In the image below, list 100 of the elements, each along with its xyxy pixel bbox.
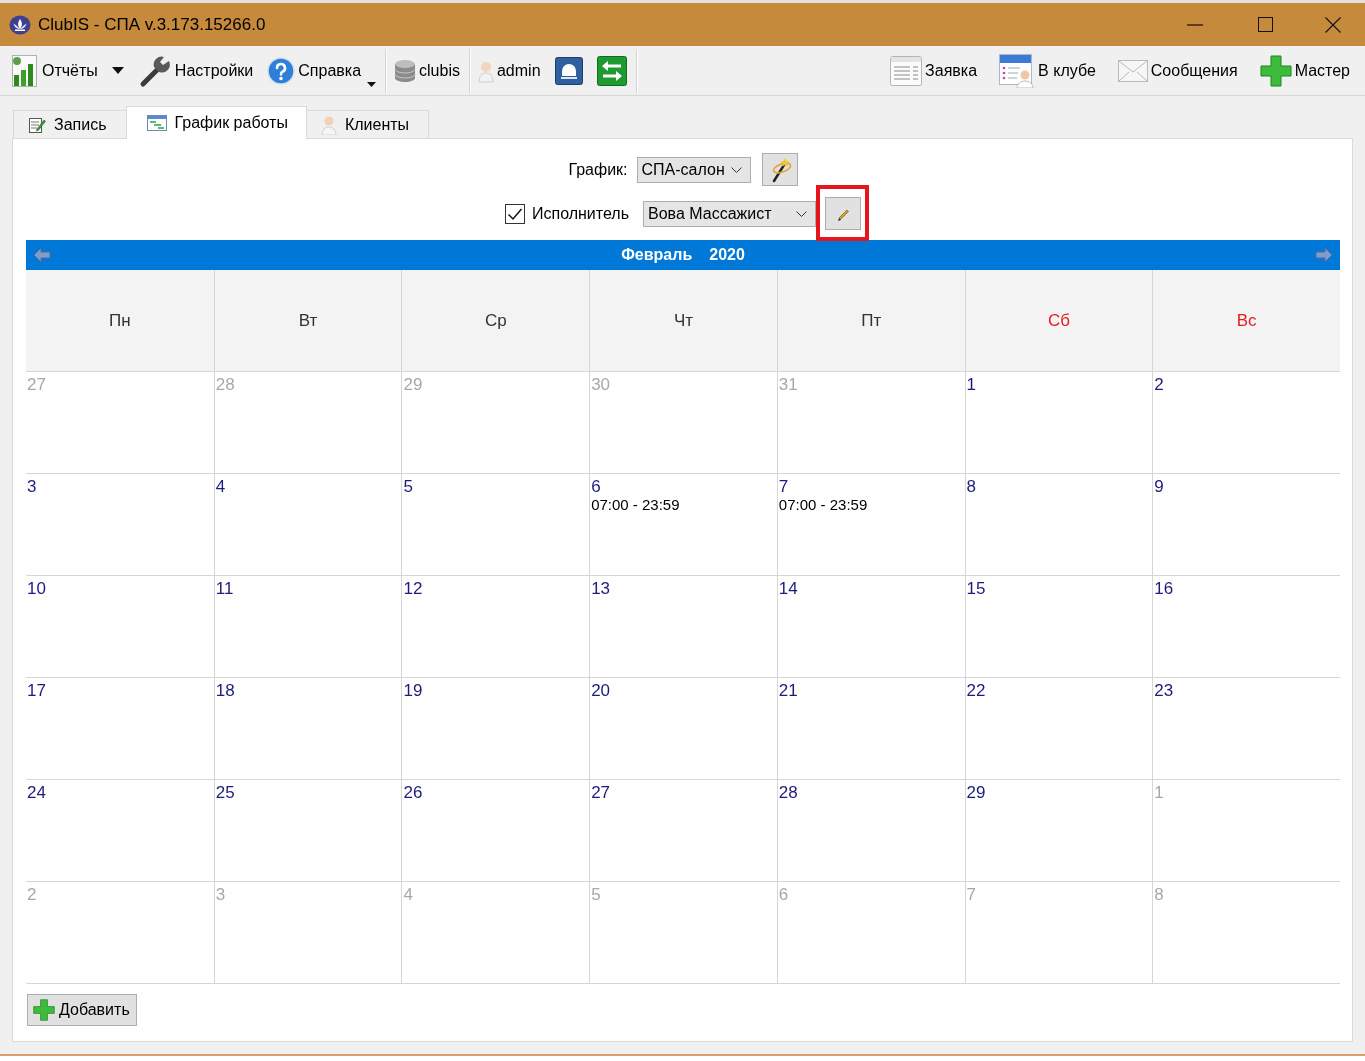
day-number: 14 <box>778 579 798 599</box>
day-cell[interactable]: 18 <box>213 677 402 779</box>
toolbar-button[interactable]: Заявка <box>887 50 981 91</box>
day-number: 5 <box>591 885 601 905</box>
day-number: 30 <box>591 375 611 395</box>
tab[interactable]: Запись <box>13 110 127 138</box>
toolbar-button[interactable]: Отчёты <box>6 50 101 91</box>
window-title: ClubIS - СПА v.3.173.15266.0 <box>38 14 267 35</box>
toolbar-button[interactable]: В клубе <box>996 50 1099 91</box>
toolbar-button[interactable]: Сообщения <box>1114 50 1241 91</box>
day-number: 3 <box>27 477 37 497</box>
day-number: 19 <box>403 681 423 701</box>
table-icon <box>890 55 923 86</box>
day-cell[interactable]: 7 07:00 - 23:59 <box>776 473 965 575</box>
tab[interactable]: График работы <box>125 106 307 139</box>
minimize-icon <box>1187 23 1203 26</box>
day-number: 12 <box>403 579 423 599</box>
day-cell[interactable]: 19 <box>401 677 590 779</box>
database-icon <box>394 58 417 83</box>
day-number: 2 <box>27 885 37 905</box>
tab[interactable]: Клиенты <box>305 110 430 138</box>
shift-time: 07:00 - 23:59 <box>778 497 868 513</box>
day-cell[interactable]: 8 <box>964 473 1153 575</box>
day-cell[interactable]: 15 <box>964 575 1153 677</box>
toolbar-button[interactable]: Мастер <box>1256 50 1353 91</box>
day-cell[interactable]: 26 <box>401 779 590 881</box>
bar-chart-icon <box>9 54 39 87</box>
chevron-icon <box>796 210 807 217</box>
day-number: 16 <box>1154 579 1174 599</box>
help-icon <box>267 56 296 85</box>
performer-label: Исполнитель <box>532 204 629 223</box>
day-cell[interactable]: 23 <box>1152 677 1340 779</box>
maximize-icon <box>1257 17 1273 32</box>
arrow-right-icon[interactable] <box>1315 247 1333 263</box>
arrow-left-icon[interactable] <box>33 247 51 263</box>
day-number: 2 <box>1154 375 1164 395</box>
day-cell[interactable]: 5 <box>401 473 590 575</box>
day-cell[interactable]: 21 <box>776 677 965 779</box>
day-number: 10 <box>27 579 46 599</box>
checkbox[interactable] <box>505 203 525 224</box>
day-cell[interactable]: 25 <box>213 779 402 881</box>
day-cell[interactable]: 29 <box>964 779 1153 881</box>
weekday-header: Пн <box>26 270 214 371</box>
wand-button[interactable] <box>761 153 798 186</box>
add-button[interactable]: Добавить <box>27 994 137 1026</box>
day-cell[interactable]: 13 <box>589 575 777 677</box>
weekday-header: Пт <box>776 270 965 371</box>
toolbar-button[interactable]: Справка <box>264 50 380 91</box>
day-number: 7 <box>778 477 789 497</box>
weekday-header: Сб <box>964 270 1153 371</box>
close-icon <box>1324 16 1341 33</box>
day-number: 13 <box>591 579 611 599</box>
caret-icon <box>111 67 124 74</box>
day-cell[interactable]: 16 <box>1152 575 1340 677</box>
chevron-icon <box>730 166 742 173</box>
day-cell[interactable]: 12 <box>401 575 590 677</box>
day-cell[interactable]: 4 <box>213 473 402 575</box>
month-label: Февраль <box>621 246 693 264</box>
toolbar-button[interactable]: Настройки <box>134 50 257 91</box>
day-number: 27 <box>27 375 46 395</box>
day-number: 6 <box>778 885 789 905</box>
shift-time: 07:00 - 23:59 <box>591 497 680 513</box>
day-cell[interactable]: 28 <box>776 779 965 881</box>
day-cell[interactable]: 2 <box>1152 371 1340 473</box>
day-cell[interactable]: 9 <box>1152 473 1340 575</box>
day-number: 28 <box>215 375 235 395</box>
day-cell[interactable]: 11 <box>213 575 402 677</box>
day-number: 8 <box>966 477 977 497</box>
day-number: 9 <box>1154 477 1164 497</box>
day-number: 17 <box>27 681 46 701</box>
edit-button[interactable] <box>825 197 861 230</box>
day-cell[interactable]: 20 <box>589 677 777 779</box>
weekday-header: Вт <box>213 270 402 371</box>
toolbar-button[interactable]: admin <box>474 50 544 91</box>
day-number: 26 <box>403 783 423 803</box>
performer-dropdown[interactable]: Вова Массажист <box>643 200 816 227</box>
schedule-label: График: <box>568 160 628 179</box>
day-cell[interactable]: 14 <box>776 575 965 677</box>
list-person-icon <box>999 53 1036 88</box>
day-number: 31 <box>778 375 798 395</box>
weekday-header: Вс <box>1152 270 1340 371</box>
day-number: 29 <box>966 783 986 803</box>
day-number: 1 <box>966 375 977 395</box>
day-number: 8 <box>1154 885 1164 905</box>
day-cell[interactable]: 22 <box>964 677 1153 779</box>
lock-icon <box>554 56 583 85</box>
day-number: 4 <box>215 477 226 497</box>
day-number: 18 <box>215 681 235 701</box>
day-number: 24 <box>27 783 46 803</box>
plus-icon <box>1259 54 1292 87</box>
day-cell[interactable]: 6 07:00 - 23:59 <box>589 473 777 575</box>
day-number: 22 <box>966 681 986 701</box>
day-cell[interactable]: 1 <box>964 371 1153 473</box>
schedule-dropdown[interactable]: СПА-салон <box>636 156 751 183</box>
person-icon <box>320 114 337 135</box>
day-cell[interactable]: 27 <box>589 779 777 881</box>
day-number: 15 <box>966 579 986 599</box>
day-number: 23 <box>1154 681 1174 701</box>
swap-arrows-icon <box>596 55 627 86</box>
toolbar-button[interactable]: clubis <box>391 50 463 91</box>
